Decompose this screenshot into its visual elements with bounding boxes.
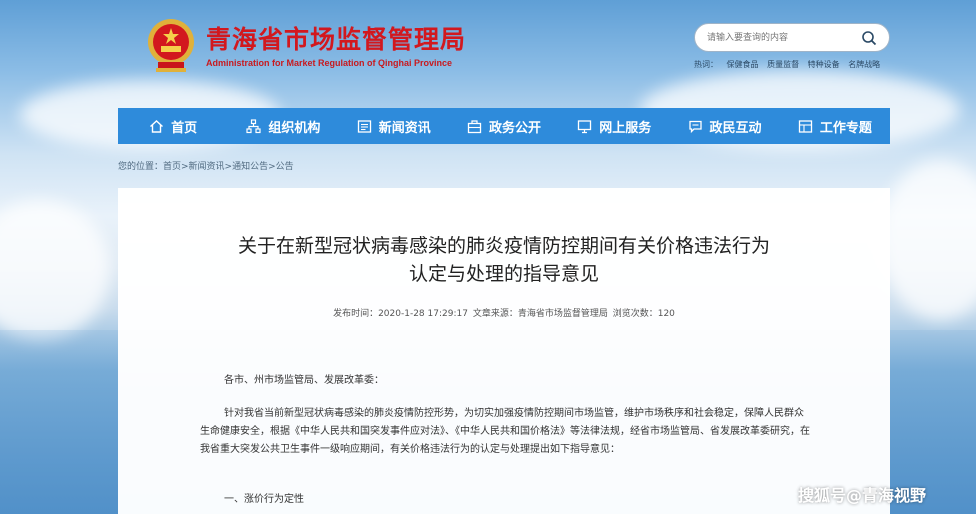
home-icon	[150, 119, 164, 133]
site-title[interactable]: 青海省市场监督管理局	[206, 20, 466, 56]
publish-time: 发布时间：2020-1-28 17:29:17	[333, 309, 468, 319]
nav-item-news[interactable]: 新闻资讯	[339, 108, 449, 144]
topic-icon	[798, 119, 812, 133]
org-chart-icon	[246, 118, 262, 133]
article-title-line: 关于在新型冠状病毒感染的肺炎疫情防控期间有关价格违法行为	[237, 235, 770, 257]
nav-item-label: 工作专题	[819, 120, 872, 136]
source-watermark: 搜狐号@青海视野	[798, 486, 927, 505]
hot-words: 热词： 保健食品 质量监督 特种设备 名牌战略	[694, 59, 886, 70]
nav-item-label: 组织机构	[268, 120, 321, 136]
site-subtitle: Administration for Market Regulation of …	[206, 58, 453, 68]
hot-words-label: 热词：	[694, 60, 718, 69]
article-title: 关于在新型冠状病毒感染的肺炎疫情防控期间有关价格违法行为 认定与处理的指导意见	[118, 232, 890, 288]
nav-item-topics[interactable]: 工作专题	[780, 108, 890, 144]
hot-word-link[interactable]: 名牌战略	[848, 60, 880, 69]
search-icon[interactable]	[861, 30, 877, 46]
nav-item-label: 网上服务	[599, 120, 652, 136]
nav-item-label: 新闻资讯	[378, 120, 431, 136]
article-meta: 发布时间：2020-1-28 17:29:17 文章来源：青海省市场监督管理局 …	[118, 306, 890, 319]
national-emblem-icon[interactable]	[146, 16, 196, 74]
nav-item-home[interactable]: 首页	[118, 108, 228, 144]
nav-item-label: 政民互动	[709, 120, 762, 136]
hot-word-link[interactable]: 质量监督	[767, 60, 799, 69]
nav-item-label: 首页	[171, 120, 198, 136]
article-title-line: 认定与处理的指导意见	[408, 263, 599, 285]
chat-icon	[688, 120, 702, 133]
nav-item-label: 政务公开	[488, 120, 541, 136]
nav-item-interaction[interactable]: 政民互动	[669, 108, 779, 144]
nav-item-online-service[interactable]: 网上服务	[559, 108, 669, 144]
nav-item-organization[interactable]: 组织机构	[228, 108, 338, 144]
search-box	[694, 23, 890, 52]
hot-word-link[interactable]: 保健食品	[727, 60, 759, 69]
section-heading: 一、涨价行为定性	[224, 494, 304, 505]
briefcase-icon	[467, 119, 482, 133]
nav-item-gov-affairs[interactable]: 政务公开	[449, 108, 559, 144]
article-salutation: 各市、州市场监管局、发展改革委：	[224, 375, 384, 386]
search-input[interactable]	[707, 29, 857, 47]
site-header: 青海省市场监督管理局 Administration for Market Reg…	[0, 0, 976, 100]
article-paragraph: 针对我省当前新型冠状病毒感染的肺炎疫情防控形势，为切实加强疫情防控期间市场监管，…	[200, 408, 810, 455]
article-source: 文章来源：青海省市场监督管理局	[472, 309, 608, 319]
monitor-icon	[578, 119, 592, 133]
news-icon	[357, 119, 371, 133]
main-nav: 首页 组织机构 新闻资讯 政务公开 网上服务 政民互动 工作专题	[118, 108, 890, 144]
article-panel: 关于在新型冠状病毒感染的肺炎疫情防控期间有关价格违法行为 认定与处理的指导意见 …	[118, 188, 890, 514]
breadcrumb[interactable]: 您的位置：首页>新闻资讯>通知公告>公告	[118, 159, 294, 172]
view-count: 浏览次数：120	[612, 309, 675, 319]
hot-word-link[interactable]: 特种设备	[808, 60, 840, 69]
